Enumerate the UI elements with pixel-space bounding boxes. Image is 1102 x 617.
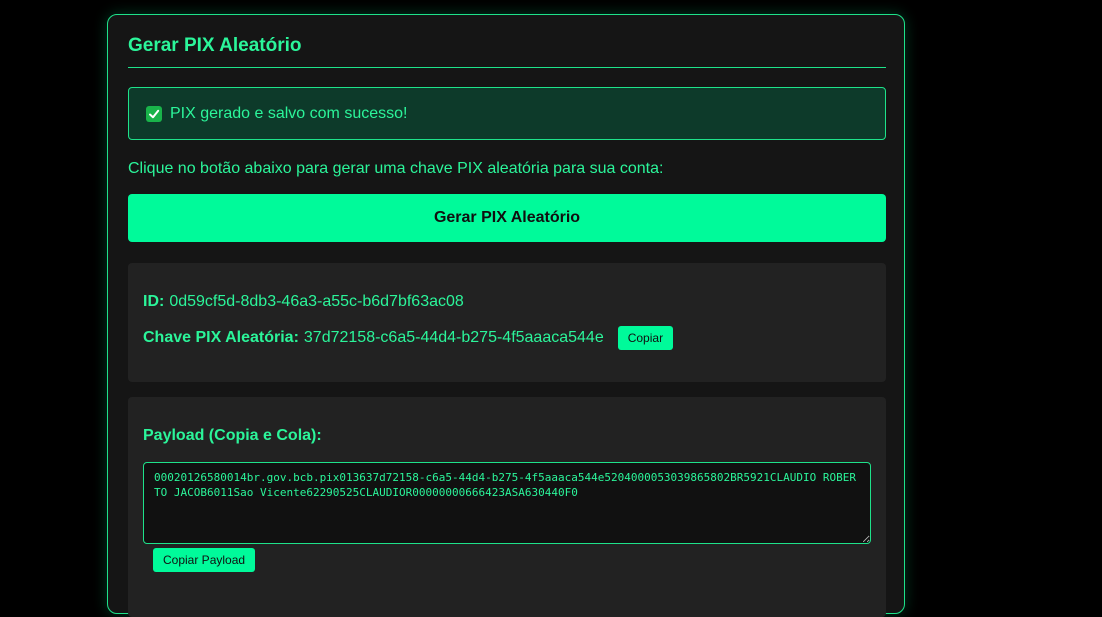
pix-card: Gerar PIX Aleatório PIX gerado e salvo c… <box>107 14 905 617</box>
pix-key-value: 37d72158-c6a5-44d4-b275-4f5aaaca544e <box>303 329 604 346</box>
payload-label: Payload (Copia e Cola): <box>143 427 322 444</box>
id-row: ID: 0d59cf5d-8db3-46a3-a55c-b6d7bf63ac08 <box>143 293 464 311</box>
copy-key-button[interactable]: Copiar <box>617 326 674 350</box>
generate-pix-button[interactable]: Gerar PIX Aleatório <box>128 194 886 242</box>
check-icon <box>146 105 162 122</box>
id-label: ID: <box>143 293 165 310</box>
pix-info-panel: ID: 0d59cf5d-8db3-46a3-a55c-b6d7bf63ac08… <box>128 263 886 382</box>
page-title: Gerar PIX Aleatório <box>128 35 302 56</box>
payload-panel: Payload (Copia e Cola): 00020126580014br… <box>128 397 886 617</box>
title-divider <box>128 67 886 68</box>
copy-payload-button[interactable]: Copiar Payload <box>153 548 256 572</box>
pix-key-label: Chave PIX Aleatória: <box>143 329 299 346</box>
success-alert: PIX gerado e salvo com sucesso! <box>128 87 886 140</box>
instruction-text: Clique no botão abaixo para gerar uma ch… <box>128 160 664 177</box>
success-message: PIX gerado e salvo com sucesso! <box>170 104 408 122</box>
pix-key-row: Chave PIX Aleatória: 37d72158-c6a5-44d4-… <box>143 326 674 350</box>
id-value: 0d59cf5d-8db3-46a3-a55c-b6d7bf63ac08 <box>169 293 464 310</box>
payload-textarea[interactable]: 00020126580014br.gov.bcb.pix013637d72158… <box>143 462 871 544</box>
